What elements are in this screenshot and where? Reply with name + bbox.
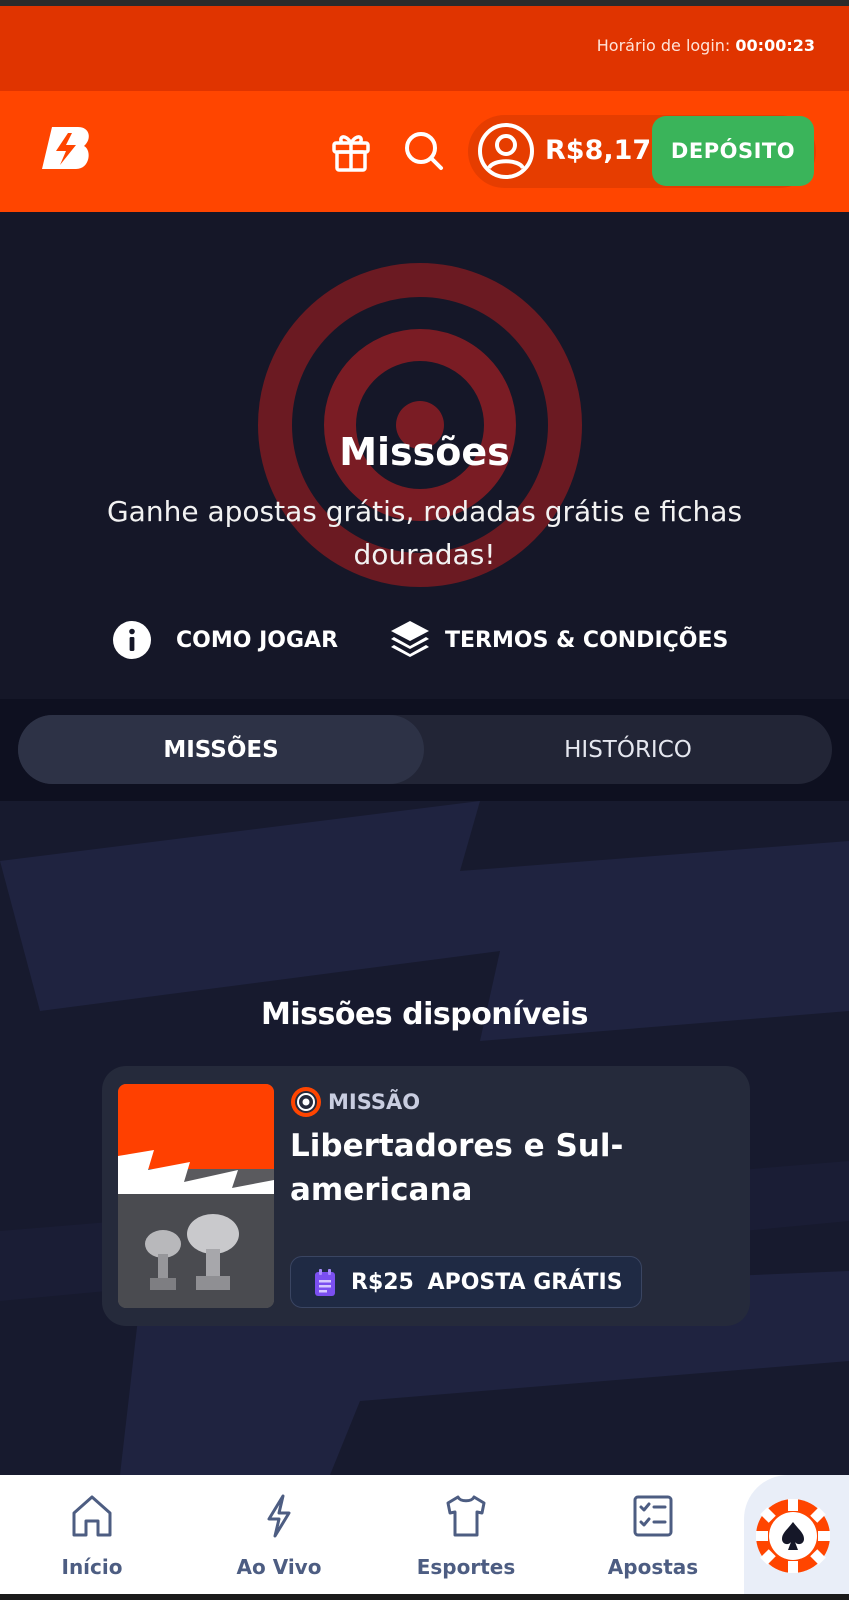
info-icon[interactable] bbox=[112, 620, 152, 660]
ticket-icon bbox=[315, 1269, 335, 1296]
gesture-strip bbox=[0, 1594, 849, 1600]
balance-value[interactable]: R$8,17 bbox=[545, 135, 651, 166]
lightning-icon bbox=[267, 1494, 291, 1538]
tab-missions[interactable]: MISSÕES bbox=[18, 715, 424, 784]
login-timer-label: Horário de login: bbox=[596, 36, 731, 55]
search-icon[interactable] bbox=[402, 129, 446, 173]
layers-icon[interactable] bbox=[388, 618, 432, 662]
mission-card[interactable]: MISSÃO Libertadores e Sul-americana R$25… bbox=[102, 1066, 750, 1326]
nav-label-bets: Apostas bbox=[607, 1555, 699, 1579]
missions-hero: Missões Ganhe apostas grátis, rodadas gr… bbox=[0, 212, 849, 699]
how-to-play-link[interactable]: COMO JOGAR bbox=[176, 628, 338, 653]
gift-icon[interactable] bbox=[330, 129, 372, 173]
terms-link[interactable]: TERMOS & CONDIÇÕES bbox=[445, 628, 728, 653]
nav-item-bets[interactable]: Apostas bbox=[583, 1475, 723, 1600]
shirt-icon bbox=[446, 1495, 486, 1537]
reward-badge: R$25 APOSTA GRÁTIS bbox=[290, 1256, 642, 1308]
bottom-nav: Início Ao Vivo Esportes Apostas bbox=[0, 1475, 849, 1600]
nav-label-live: Ao Vivo bbox=[236, 1555, 322, 1579]
user-icon[interactable] bbox=[476, 121, 536, 181]
nav-item-live[interactable]: Ao Vivo bbox=[209, 1475, 349, 1600]
tabs-area: MISSÕES HISTÓRICO bbox=[0, 699, 849, 801]
page-title: Missões bbox=[339, 430, 510, 474]
nav-label-sports: Esportes bbox=[416, 1555, 516, 1579]
mission-title: Libertadores e Sul-americana bbox=[290, 1128, 624, 1208]
nav-item-home[interactable]: Início bbox=[22, 1475, 162, 1600]
login-timer: Horário de login: 00:00:23 bbox=[597, 36, 815, 55]
page-subtitle: Ganhe apostas grátis, rodadas grátis e f… bbox=[106, 495, 743, 571]
trophy-image bbox=[118, 1084, 274, 1308]
target-icon bbox=[291, 1087, 321, 1117]
login-timer-value: 00:00:23 bbox=[735, 36, 815, 55]
missions-content: Missões disponíveis MISSÃO Libertadores … bbox=[0, 801, 849, 1475]
brand-logo[interactable] bbox=[38, 119, 98, 179]
section-title: Missões disponíveis bbox=[261, 997, 589, 1032]
checklist-icon bbox=[633, 1495, 673, 1537]
reward-text: R$25 APOSTA GRÁTIS bbox=[351, 1270, 623, 1295]
tab-bar: MISSÕES HISTÓRICO bbox=[18, 715, 832, 784]
nav-item-casino[interactable] bbox=[744, 1475, 849, 1600]
nav-label-home: Início bbox=[61, 1555, 123, 1579]
casino-chip-icon bbox=[756, 1499, 830, 1573]
reward-amount: R$25 bbox=[351, 1270, 414, 1295]
deposit-button[interactable]: DEPÓSITO bbox=[652, 116, 814, 186]
nav-item-sports[interactable]: Esportes bbox=[396, 1475, 536, 1600]
mission-tag-label: MISSÃO bbox=[328, 1090, 421, 1114]
hero-links: COMO JOGAR TERMOS & CONDIÇÕES bbox=[112, 618, 812, 662]
tab-history[interactable]: HISTÓRICO bbox=[424, 715, 832, 784]
reward-type: APOSTA GRÁTIS bbox=[427, 1270, 623, 1295]
login-bar: Horário de login: 00:00:23 bbox=[0, 6, 849, 91]
home-icon bbox=[72, 1495, 112, 1537]
app-header: R$8,17 DEPÓSITO bbox=[0, 91, 849, 212]
